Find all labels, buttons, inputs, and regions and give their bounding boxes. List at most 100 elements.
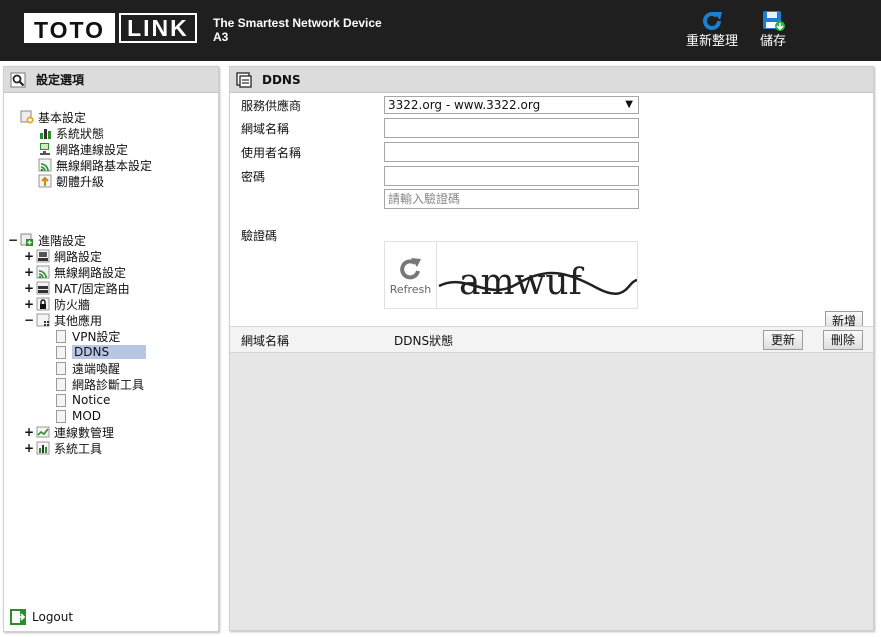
refresh-text: Refresh [389,282,432,296]
model-name: A3 [213,30,229,44]
menu-nat-routing[interactable]: + NAT/固定路由 [24,280,130,296]
menu-mod[interactable]: MOD [56,408,101,424]
sidebar-title: 設定選項 [36,73,85,87]
menu-basic-settings[interactable]: 基本設定 [20,109,86,125]
menu-other-apps-label: 其他應用 [54,313,103,328]
save-button[interactable]: 儲存 [760,10,786,50]
logo-text-link: LINK [119,13,197,43]
window-icon [236,71,252,88]
menu-notice[interactable]: Notice [56,392,110,408]
expand-icon[interactable]: + [24,281,34,295]
top-header: TOTO LINK The Smartest Network Device A3… [0,0,881,61]
connection-chart-icon [36,426,50,438]
refresh-label: 重新整理 [686,34,739,49]
provider-value: 3322.org - www.3322.org [388,98,541,112]
column-domain-name: 網域名稱 [241,334,290,348]
menu-advanced-settings[interactable]: − 進階設定 [8,232,86,248]
lock-icon [36,297,50,311]
menu-wireless-basic[interactable]: 無線網路基本設定 [38,157,152,173]
expand-icon[interactable]: + [24,265,34,279]
chart-icon [40,129,51,139]
menu-ddns-label: DDNS [72,345,146,359]
provider-label: 服務供應商 [241,99,302,113]
username-input[interactable] [384,142,639,162]
routing-icon [36,281,50,295]
page-icon [56,361,66,375]
menu-network-connection-label: 網路連線設定 [56,142,129,157]
menu-notice-label: Notice [72,393,111,407]
refresh-circle-icon [399,257,421,279]
logout-label: Logout [32,610,74,624]
provider-select[interactable]: 3322.org - www.3322.org ▼ [384,96,639,114]
expand-icon[interactable]: + [24,425,34,439]
logout-icon [10,609,26,625]
menu-network-connection[interactable]: 網路連線設定 [38,141,128,157]
menu-wake-on-lan[interactable]: 遠端喚醒 [56,360,120,376]
menu-advanced-label: 進階設定 [38,233,87,248]
page-header: DDNS [230,67,873,93]
folder-settings-icon [20,110,34,124]
menu-basic-label: 基本設定 [38,110,87,125]
menu-other-apps[interactable]: − 其他應用 [24,312,102,328]
logo-text-toto: TOTO [24,13,116,43]
save-label: 儲存 [760,34,787,49]
menu-vpn[interactable]: VPN設定 [56,328,120,344]
ddns-form: 服務供應商 3322.org - www.3322.org ▼ 網域名稱 使用者… [230,93,873,351]
menu-system-tools[interactable]: + 系統工具 [24,440,102,456]
upgrade-icon [38,174,52,188]
menu-network-settings-label: 網路設定 [54,249,103,264]
page-icon [56,409,66,423]
wireless-icon [36,265,50,279]
save-icon [763,11,785,31]
expand-icon[interactable]: + [24,441,34,455]
captcha-refresh-button[interactable]: Refresh [385,242,437,308]
tagline: The Smartest Network Device A3 [213,16,382,44]
username-label: 使用者名稱 [241,146,302,160]
page-icon [56,377,66,391]
menu-connection-management-label: 連線數管理 [54,425,115,440]
menu-wake-on-lan-label: 遠端喚醒 [72,361,121,376]
main-panel: DDNS 服務供應商 3322.org - www.3322.org ▼ 網域名… [229,66,874,631]
menu-wireless-settings[interactable]: + 無線網路設定 [24,264,126,280]
folder-plus-icon [20,233,33,246]
expand-icon[interactable]: + [24,297,34,311]
sidebar: 設定選項 基本設定 系統狀態 網路連線設定 無線網路基本設定 韌體升級 − 進階… [3,66,219,632]
logout-button[interactable]: Logout [9,608,73,626]
password-label: 密碼 [241,170,266,184]
menu-firmware-upgrade[interactable]: 韌體升級 [38,173,104,189]
captcha-placeholder: 請輸入驗證碼 [388,192,461,206]
network-icon [36,249,50,263]
domain-name-label: 網域名稱 [241,122,290,136]
expand-icon[interactable]: + [24,249,34,263]
captcha-box: Refresh amwuf [384,241,638,309]
tools-chart-icon [36,441,50,455]
update-button[interactable]: 更新 [763,330,803,350]
menu-mod-label: MOD [72,409,102,423]
refresh-button[interactable]: 重新整理 [686,10,738,50]
menu-firewall-label: 防火牆 [54,297,91,312]
page-icon [56,393,66,407]
domain-name-input[interactable] [384,118,639,138]
ddns-table-header: 網域名稱 DDNS狀態 更新 刪除 [230,326,873,353]
refresh-icon [703,12,722,30]
menu-wireless-basic-label: 無線網路基本設定 [56,158,153,173]
menu-firmware-upgrade-label: 韌體升級 [56,174,105,189]
menu-firewall[interactable]: + 防火牆 [24,296,90,312]
apps-icon [36,313,50,327]
collapse-icon[interactable]: − [24,313,34,327]
wireless-icon [38,158,52,172]
collapse-icon[interactable]: − [8,233,18,247]
menu-diagnostic-tools[interactable]: 網路診斷工具 [56,376,144,392]
password-input[interactable] [384,166,639,186]
magnifier-icon [10,72,26,87]
menu-network-settings[interactable]: + 網路設定 [24,248,102,264]
menu-system-status[interactable]: 系統狀態 [38,125,104,141]
menu-diagnostic-tools-label: 網路診斷工具 [72,377,145,392]
page-icon [56,345,66,359]
menu-ddns[interactable]: DDNS [56,344,146,360]
captcha-input[interactable]: 請輸入驗證碼 [384,189,639,209]
delete-button[interactable]: 刪除 [823,330,863,350]
totolink-logo: TOTO LINK [24,13,197,43]
menu-connection-management[interactable]: + 連線數管理 [24,424,114,440]
network-pc-icon [40,143,50,155]
